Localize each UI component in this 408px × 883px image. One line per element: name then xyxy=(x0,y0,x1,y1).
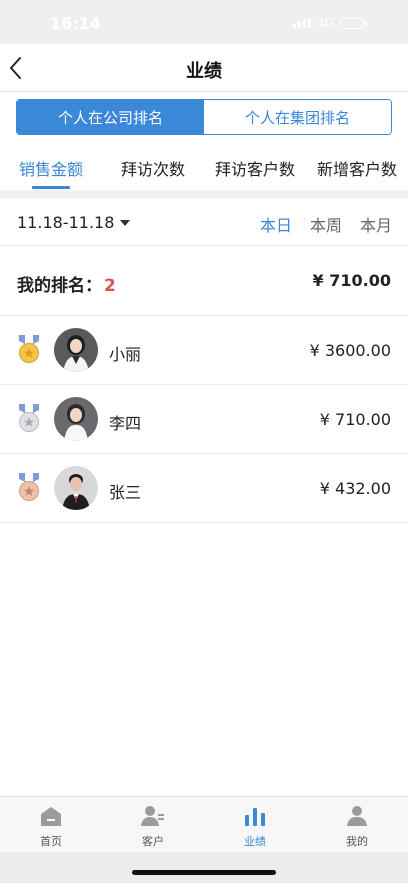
segment-company-ranking[interactable]: 个人在公司排名 xyxy=(17,100,204,134)
home-indicator[interactable] xyxy=(132,870,276,875)
home-icon xyxy=(41,807,61,826)
page-title: 业绩 xyxy=(186,61,222,82)
tab-performance[interactable]: 业绩 xyxy=(204,797,306,852)
network-type: 4G xyxy=(317,16,334,30)
tab-home-label: 首页 xyxy=(40,835,62,848)
my-rank-text: 我的排名： xyxy=(17,276,102,296)
performance-chart-icon xyxy=(245,808,265,826)
ranking-amount: ¥ 3600.00 xyxy=(309,341,391,360)
battery-icon xyxy=(340,17,367,29)
status-time: 16:14 xyxy=(50,14,101,33)
customers-icon xyxy=(141,806,164,826)
nav-bar: 业绩 xyxy=(0,44,408,92)
period-day[interactable]: 本日 xyxy=(260,212,292,236)
ranking-name: 李四 xyxy=(109,414,142,433)
my-rank-label: 我的排名： 2 xyxy=(17,271,116,296)
tab-customers-label: 客户 xyxy=(142,835,164,848)
tab-profile[interactable]: 我的 xyxy=(306,797,408,852)
section-divider xyxy=(0,190,408,198)
ranking-amount: ¥ 710.00 xyxy=(319,410,391,429)
segment-group-ranking[interactable]: 个人在集团排名 xyxy=(204,100,391,134)
tab-sales-amount[interactable]: 销售金额 xyxy=(0,146,102,190)
status-indicators: 4G xyxy=(293,16,367,30)
ranking-row[interactable]: 张三 ¥ 432.00 xyxy=(0,454,408,523)
profile-icon xyxy=(347,806,367,826)
avatar xyxy=(54,397,98,441)
metric-tabs: 销售金额 拜访次数 拜访客户数 新增客户数 xyxy=(0,146,408,190)
home-indicator-area xyxy=(0,852,408,883)
signal-icon xyxy=(293,18,312,28)
tab-visited-customers[interactable]: 拜访客户数 xyxy=(204,146,306,190)
my-rank-amount: ¥ 710.00 xyxy=(312,271,391,290)
date-range-value: 11.18-11.18 xyxy=(17,213,115,232)
period-month[interactable]: 本月 xyxy=(360,212,392,236)
tab-new-customers[interactable]: 新增客户数 xyxy=(306,146,408,190)
ranking-row[interactable]: 小丽 ¥ 3600.00 xyxy=(0,316,408,385)
ranking-scope-segment: 个人在公司排名 个人在集团排名 xyxy=(16,99,392,135)
tab-profile-label: 我的 xyxy=(346,835,368,848)
avatar xyxy=(54,328,98,372)
date-range-picker[interactable]: 11.18-11.18 xyxy=(17,213,131,232)
tab-visit-count[interactable]: 拜访次数 xyxy=(102,146,204,190)
tab-customers[interactable]: 客户 xyxy=(102,797,204,852)
caret-down-icon xyxy=(120,219,131,226)
ranking-name: 小丽 xyxy=(109,345,142,364)
tab-home[interactable]: 首页 xyxy=(0,797,102,852)
my-rank-row: 我的排名： 2 ¥ 710.00 xyxy=(0,247,408,316)
my-rank-number: 2 xyxy=(104,276,116,296)
gold-medal-icon xyxy=(19,335,39,363)
tab-performance-label: 业绩 xyxy=(244,835,266,848)
ranking-name: 张三 xyxy=(109,483,142,502)
bottom-tab-bar: 首页 客户 业绩 我的 xyxy=(0,796,408,852)
ranking-row[interactable]: 李四 ¥ 710.00 xyxy=(0,385,408,454)
period-week[interactable]: 本周 xyxy=(310,212,342,236)
filter-row: 11.18-11.18 本日 本周 本月 xyxy=(0,198,408,246)
status-bar: 16:14 4G xyxy=(0,0,408,44)
bronze-medal-icon xyxy=(19,473,39,501)
silver-medal-icon xyxy=(19,404,39,432)
period-tabs: 本日 本周 本月 xyxy=(260,212,392,236)
avatar xyxy=(54,466,98,510)
ranking-amount: ¥ 432.00 xyxy=(319,479,391,498)
